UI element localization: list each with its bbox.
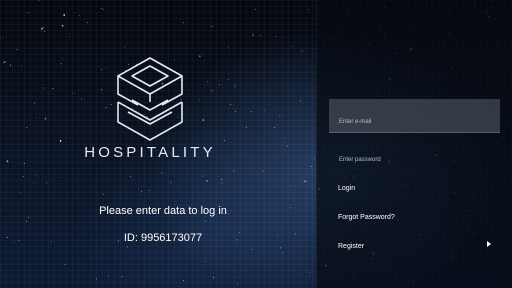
forgot-password-link[interactable]: Forgot Password? xyxy=(338,214,498,221)
login-button[interactable]: Login xyxy=(338,185,498,192)
login-panel: Enter e-mail Enter password Login Forgot… xyxy=(316,0,512,288)
password-field[interactable]: Enter password xyxy=(329,148,500,172)
branding-panel: HOSPITALITY Please enter data to log in … xyxy=(0,0,316,288)
device-id: ID: 9956173077 xyxy=(123,232,203,244)
brand-name: HOSPITALITY xyxy=(84,144,216,161)
email-placeholder: Enter e-mail xyxy=(339,119,372,125)
register-button[interactable]: Register xyxy=(338,243,498,250)
chevron-right-icon xyxy=(487,241,491,247)
password-placeholder: Enter password xyxy=(339,157,381,163)
login-prompt: Please enter data to log in xyxy=(99,205,227,217)
email-field[interactable]: Enter e-mail xyxy=(329,99,500,133)
isometric-cube-logo-icon xyxy=(117,57,183,141)
